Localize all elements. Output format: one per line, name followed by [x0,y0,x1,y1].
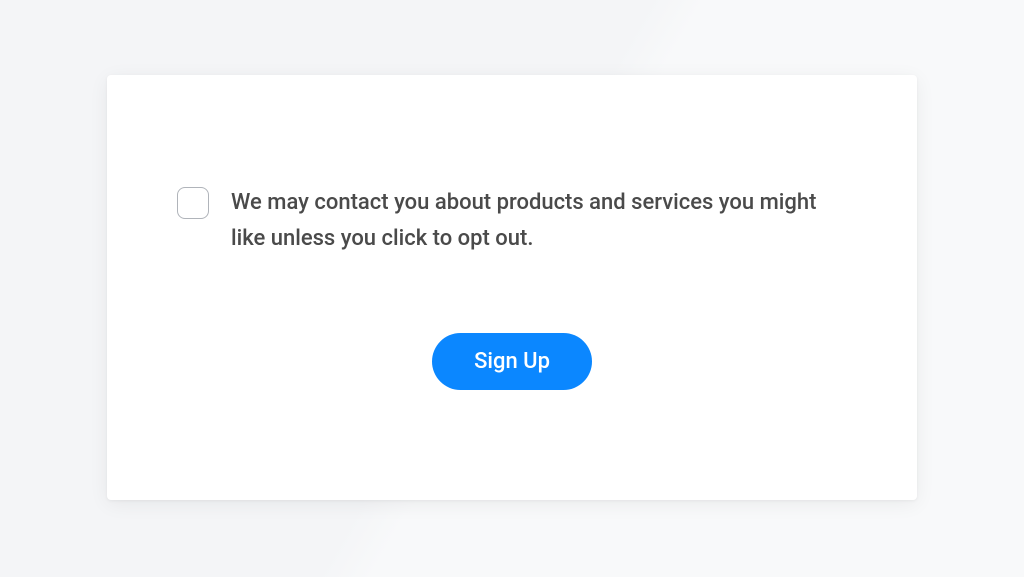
consent-row: We may contact you about products and se… [177,185,847,258]
consent-label: We may contact you about products and se… [231,185,847,258]
consent-checkbox[interactable] [177,187,209,219]
signup-button[interactable]: Sign Up [432,333,592,390]
signup-card: We may contact you about products and se… [107,75,917,500]
